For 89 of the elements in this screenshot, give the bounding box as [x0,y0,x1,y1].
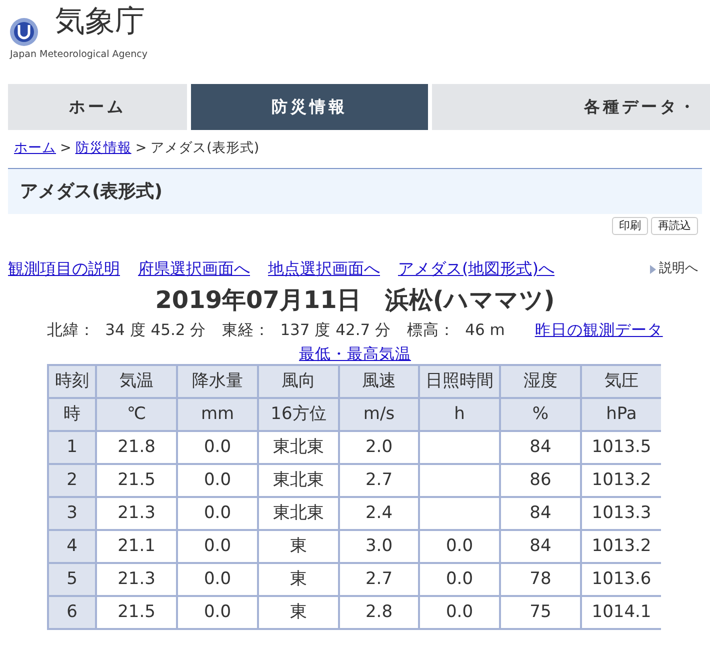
table-cell: 1 [48,431,96,464]
table-cell: 0.0 [177,563,258,596]
nav-link[interactable]: 府県選択画面へ [138,257,250,281]
nav-link[interactable]: アメダス(地図形式)へ [398,257,554,281]
table-cell: 5 [48,563,96,596]
table-cell: 1013.6 [581,563,661,596]
table-cell: 86 [500,464,581,497]
table-cell: 6 [48,596,96,629]
column-header: 風向 [258,365,339,398]
table-cell: 1013.5 [581,431,661,464]
table-cell: 東 [258,530,339,563]
coordinate-value: 137 度 42.7 分 [280,320,392,342]
unit-header: hPa [581,398,661,431]
table-cell: 3.0 [339,530,419,563]
coordinate-label: 東経： [222,320,270,342]
agency-name: 気象庁 [55,4,146,40]
table-cell: 0.0 [419,530,500,563]
nav-link[interactable]: 観測項目の説明 [8,257,120,281]
table-cell: 東北東 [258,497,339,530]
column-header: 時刻 [48,365,96,398]
triangle-icon [650,264,656,274]
table-cell: 4 [48,530,96,563]
nav-tab[interactable]: ホーム [8,84,187,130]
table-cell: 21.5 [96,464,177,497]
table-cell: 21.5 [96,596,177,629]
breadcrumb-link[interactable]: ホーム [14,138,56,158]
coordinate-value: 46 m [465,320,505,342]
table-cell: 2 [48,464,96,497]
table-cell: 21.3 [96,563,177,596]
unit-header: % [500,398,581,431]
table-cell: 1013.2 [581,530,661,563]
column-header: 湿度 [500,365,581,398]
coordinate-label: 北緯： [47,320,96,342]
coordinate-label: 標高： [407,320,456,342]
table-cell: 1013.3 [581,497,661,530]
table-cell: 2.4 [339,497,419,530]
table-cell: 東北東 [258,464,339,497]
breadcrumb-separator: > [135,138,147,158]
unit-header: h [419,398,500,431]
table-cell: 東北東 [258,431,339,464]
toolbar-button[interactable]: 再読込 [651,217,698,235]
unit-header: 時 [48,398,96,431]
breadcrumb-current: アメダス(表形式) [150,138,260,158]
table-cell: 1014.1 [581,596,661,629]
table-cell: 東 [258,563,339,596]
table-cell: 21.1 [96,530,177,563]
table-cell: 84 [500,497,581,530]
column-header: 気圧 [581,365,661,398]
table-cell: 3 [48,497,96,530]
table-cell: 0.0 [177,431,258,464]
unit-header: ℃ [96,398,177,431]
date-station-heading: 2019年07月11日 浜松(ハママツ) [155,286,555,314]
table-cell: 84 [500,530,581,563]
unit-header: 16方位 [258,398,339,431]
column-header: 気温 [96,365,177,398]
column-header: 日照時間 [419,365,500,398]
table-cell: 1013.2 [581,464,661,497]
nav-tab[interactable]: 防災情報 [191,84,428,130]
breadcrumb-link[interactable]: 防災情報 [75,138,132,158]
nav-link[interactable]: 地点選択画面へ [268,257,380,281]
table-cell: 78 [500,563,581,596]
table-cell: 0.0 [419,563,500,596]
table-cell: 21.3 [96,497,177,530]
column-header: 風速 [339,365,419,398]
table-cell: 21.8 [96,431,177,464]
table-cell: 2.7 [339,563,419,596]
column-header: 降水量 [177,365,258,398]
agency-english-name: Japan Meteorological Agency [10,49,148,60]
table-cell: 東 [258,596,339,629]
table-cell: 0.0 [177,497,258,530]
table-cell: 75 [500,596,581,629]
nav-tab[interactable]: 各種データ・ [432,84,710,130]
table-cell: 0.0 [419,596,500,629]
table-cell: 0.0 [177,464,258,497]
table-cell: 2.0 [339,431,419,464]
coordinate-value: 34 度 45.2 分 [105,320,206,342]
unit-header: mm [177,398,258,431]
breadcrumb-separator: > [60,138,72,158]
previous-day-link[interactable]: 昨日の観測データ [534,319,663,343]
page-title: アメダス(表形式) [20,180,162,204]
unit-header: m/s [339,398,419,431]
min-max-temperature-link[interactable]: 最低・最高気温 [299,345,411,363]
table-cell: 84 [500,431,581,464]
toolbar-button[interactable]: 印刷 [612,217,648,235]
table-cell: 0.0 [177,596,258,629]
table-cell: 0.0 [177,530,258,563]
table-cell: 2.7 [339,464,419,497]
help-link[interactable]: 説明へ [659,259,698,279]
table-cell: 2.8 [339,596,419,629]
